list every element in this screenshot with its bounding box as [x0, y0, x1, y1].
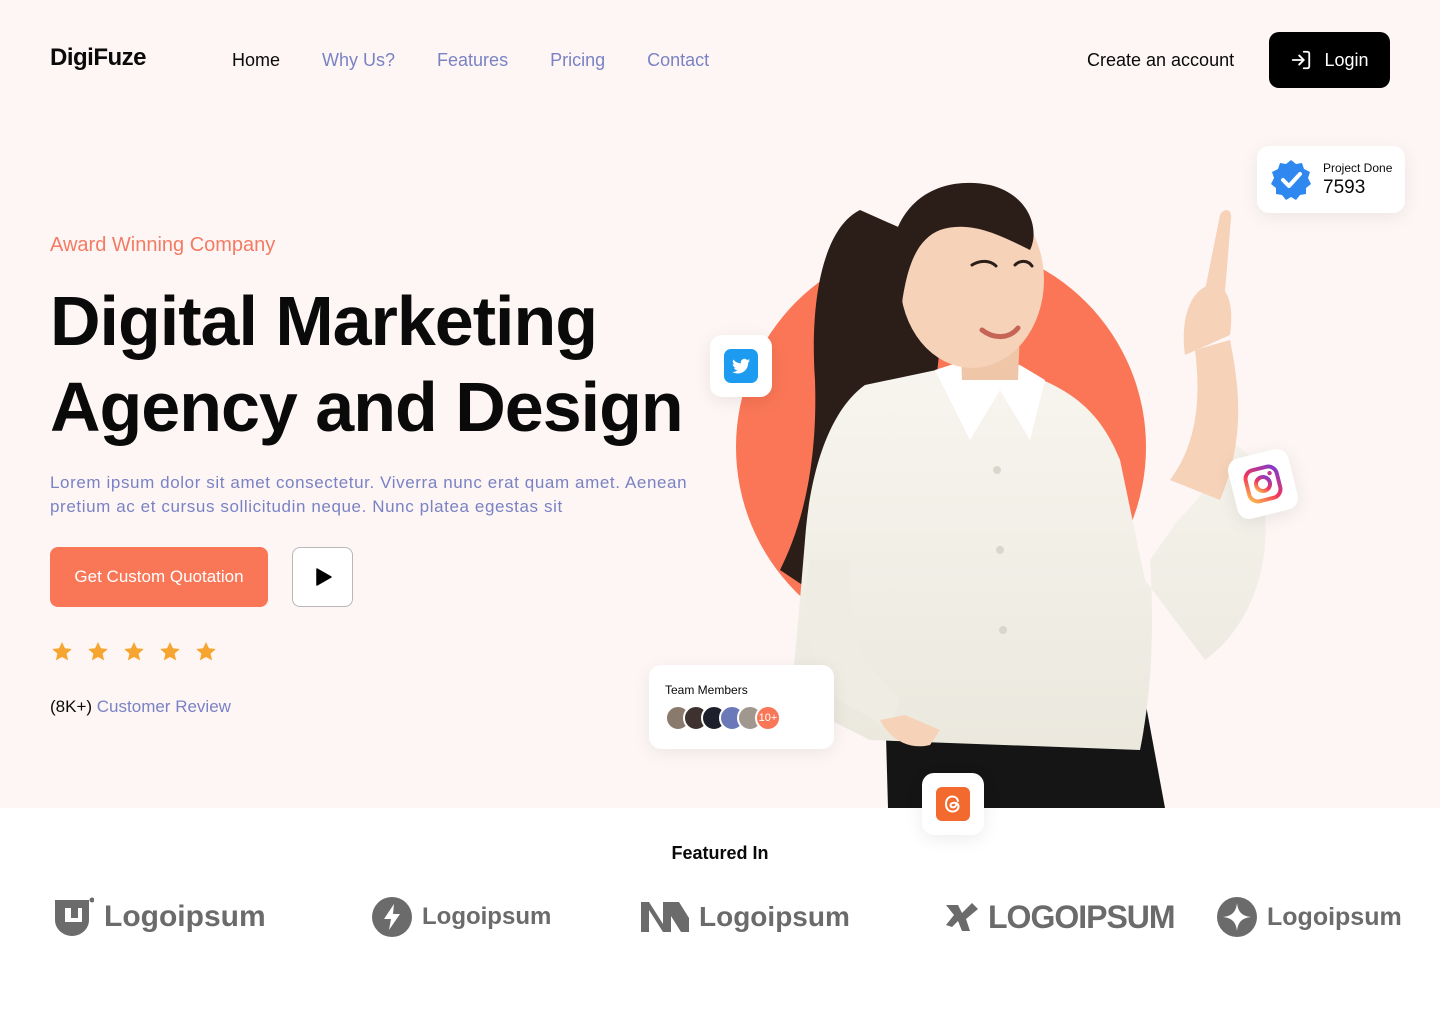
- shield-logo-icon: [55, 897, 94, 936]
- partner-logo-2-text: Logoipsum: [422, 903, 552, 930]
- project-done-card: Project Done 7593: [1257, 146, 1405, 213]
- get-quotation-button[interactable]: Get Custom Quotation: [50, 547, 268, 607]
- team-avatars: 10+: [665, 705, 834, 731]
- brand-logo[interactable]: DigiFuze: [50, 44, 147, 72]
- star-icon: [88, 642, 108, 661]
- verified-badge-icon: [1271, 159, 1311, 200]
- star-icon: [160, 642, 180, 661]
- partner-logo-5: Logoipsum: [1217, 895, 1402, 939]
- twitter-icon[interactable]: [710, 335, 772, 397]
- team-members-label: Team Members: [665, 683, 748, 697]
- team-more-count: 10+: [755, 705, 781, 731]
- login-button[interactable]: Login: [1269, 32, 1390, 88]
- partner-logo-4-text: LOGOIPSUM: [988, 898, 1176, 935]
- eyebrow-text: Award Winning Company: [50, 234, 276, 256]
- nav-pricing[interactable]: Pricing: [550, 50, 605, 71]
- nav-contact[interactable]: Contact: [647, 50, 709, 71]
- headline-line-2: Agency and Design: [50, 368, 684, 446]
- headline-line-1: Digital Marketing: [50, 282, 598, 360]
- review-count: (8K+): [50, 697, 93, 716]
- star-icon: [124, 642, 144, 661]
- customer-review-link[interactable]: Customer Review: [97, 697, 231, 716]
- star-icon: [52, 642, 72, 661]
- login-label: Login: [1324, 49, 1369, 70]
- login-arrow-icon: [1292, 50, 1311, 70]
- instagram-glyph: [1243, 464, 1283, 504]
- hero-headline: Digital Marketing Agency and Design: [50, 278, 730, 450]
- nav-home[interactable]: Home: [232, 50, 280, 71]
- main-nav: Home Why Us? Features Pricing Contact: [232, 50, 709, 71]
- partner-logo-3-text: Logoipsum: [699, 901, 850, 932]
- create-account-link[interactable]: Create an account: [1087, 50, 1234, 71]
- customer-review: (8K+) Customer Review: [50, 697, 231, 717]
- hero-lead-text: Lorem ipsum dolor sit amet consectetur. …: [50, 473, 688, 516]
- rating-stars: [50, 640, 218, 664]
- partner-logo-1: Logoipsum: [52, 895, 266, 939]
- threads-glyph: [936, 787, 970, 821]
- partner-logo-2: Logoipsum: [372, 895, 551, 939]
- partner-logo-1-text: Logoipsum: [104, 900, 266, 933]
- bird-logo-icon: [946, 903, 978, 931]
- partner-logo-3: Logoipsum: [641, 895, 850, 939]
- nav-why-us[interactable]: Why Us?: [322, 50, 395, 71]
- project-done-value: 7593: [1323, 176, 1366, 198]
- partner-logo-4: LOGOIPSUM: [946, 895, 1176, 939]
- star-icon: [196, 642, 216, 661]
- bolt-logo-icon: [372, 897, 412, 937]
- team-members-card: Team Members 10+: [649, 665, 834, 749]
- nav-features[interactable]: Features: [437, 50, 508, 71]
- featured-in-title: Featured In: [671, 843, 769, 863]
- stripes-logo-icon: [641, 902, 689, 932]
- partner-logo-5-text: Logoipsum: [1267, 902, 1402, 931]
- play-icon: [315, 568, 332, 586]
- twitter-glyph: [724, 349, 758, 383]
- sparkle-logo-icon: [1217, 897, 1257, 937]
- play-video-button[interactable]: [292, 547, 353, 607]
- project-done-label: Project Done: [1323, 160, 1393, 175]
- threads-icon[interactable]: [922, 773, 984, 835]
